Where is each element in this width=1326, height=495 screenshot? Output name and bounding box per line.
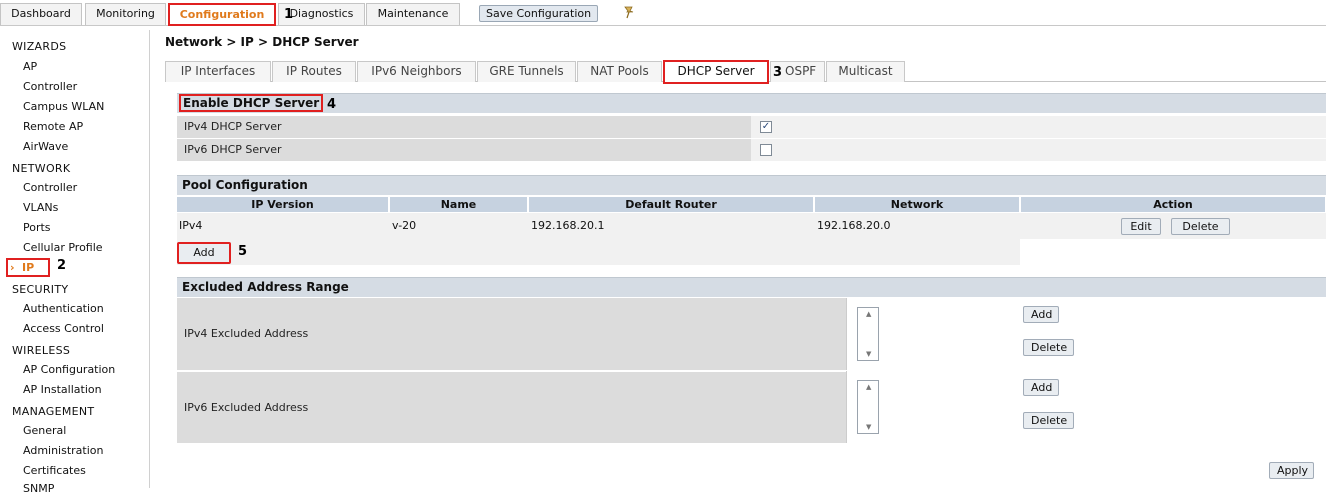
ipv6-excluded-label: IPv6 Excluded Address [184,401,309,414]
sidebar-item-campus-wlan[interactable]: Campus WLAN [23,100,104,113]
ipv4-excluded-listbox[interactable]: ▲ ▼ [857,307,879,361]
marker-5: 5 [238,244,248,259]
ipv6-excluded-delete-button[interactable]: Delete [1023,412,1074,429]
scroll-down-icon[interactable]: ▼ [866,423,871,431]
top-nav: Dashboard Monitoring Configuration Diagn… [0,0,1326,26]
ipv6-dhcp-checkbox[interactable] [760,144,772,156]
breadcrumb: Network > IP > DHCP Server [165,35,359,49]
ipv4-dhcp-cell [751,116,1326,138]
sidebar-item-general[interactable]: General [23,424,66,437]
ipv4-excluded-row: IPv4 Excluded Address [177,298,846,370]
sidebar-section-wizards: WIZARDS [12,40,67,53]
ipv4-dhcp-checkbox[interactable]: ✓ [760,121,772,133]
sidebar-section-management: MANAGEMENT [12,405,95,418]
subtab-bar: IP Interfaces IP Routes IPv6 Neighbors G… [165,60,1326,84]
ipv6-excluded-add-button[interactable]: Add [1023,379,1059,396]
sidebar-item-ap[interactable]: AP [23,60,37,73]
ipv6-excluded-row: IPv6 Excluded Address [177,371,846,443]
pool-edit-button[interactable]: Edit [1121,218,1161,235]
chevron-right-icon: › [10,261,15,274]
tab-maintenance[interactable]: Maintenance [366,3,460,25]
marker-1: 1 [284,7,294,22]
excluded-range-header: Excluded Address Range [177,277,1326,297]
col-default-router: Default Router [529,197,814,212]
sidebar-section-network: NETWORK [12,162,71,175]
ipv6-excluded-actions [1021,371,1326,443]
save-configuration-button[interactable]: Save Configuration [479,5,599,22]
tab-dhcp-server[interactable]: DHCP Server [663,60,769,84]
sidebar-item-ip[interactable]: › IP [6,258,50,277]
tab-multicast[interactable]: Multicast [826,61,905,82]
sidebar-item-ip-label: IP [22,261,35,274]
sidebar-section-wireless: WIRELESS [12,344,71,357]
sidebar-section-security: SECURITY [12,283,69,296]
ipv4-excluded-list-cell: ▲ ▼ [846,298,1021,370]
tab-ipv6-neighbors[interactable]: IPv6 Neighbors [357,61,476,82]
sidebar-item-cellular-profile[interactable]: Cellular Profile [23,241,103,254]
sidebar-item-airwave[interactable]: AirWave [23,140,68,153]
apply-button[interactable]: Apply [1269,462,1314,479]
col-network: Network [815,197,1020,212]
enable-dhcp-section-header: Enable DHCP Server [177,93,1326,113]
ipv4-excluded-add-button[interactable]: Add [1023,306,1059,323]
ipv4-dhcp-label: IPv4 DHCP Server [177,116,751,138]
tab-nat-pools[interactable]: NAT Pools [577,61,662,82]
sidebar-item-ports[interactable]: Ports [23,221,51,234]
sidebar-item-access-control[interactable]: Access Control [23,322,104,335]
pool-name: v-20 [392,219,417,232]
col-name: Name [390,197,528,212]
ipv4-excluded-label: IPv4 Excluded Address [184,327,309,340]
marker-2: 2 [57,258,67,273]
tab-configuration[interactable]: Configuration [168,3,276,26]
pool-configuration-header: Pool Configuration [177,175,1326,195]
sidebar-item-remote-ap[interactable]: Remote AP [23,120,83,133]
sidebar-item-vlans[interactable]: VLANs [23,201,58,214]
sidebar-item-certificates[interactable]: Certificates [23,464,86,477]
tab-ip-interfaces[interactable]: IP Interfaces [165,61,271,82]
marker-3: 3 [773,65,783,80]
sidebar-item-controller-wizard[interactable]: Controller [23,80,77,93]
sidebar-item-administration[interactable]: Administration [23,444,104,457]
tab-ip-routes[interactable]: IP Routes [272,61,356,82]
sidebar-item-controller[interactable]: Controller [23,181,77,194]
pool-delete-button[interactable]: Delete [1171,218,1230,235]
ipv6-dhcp-label: IPv6 DHCP Server [177,139,751,161]
marker-4: 4 [327,97,337,112]
tab-gre-tunnels[interactable]: GRE Tunnels [477,61,576,82]
ipv6-excluded-listbox[interactable]: ▲ ▼ [857,380,879,434]
pool-network: 192.168.20.0 [817,219,891,232]
sidebar-item-ap-configuration[interactable]: AP Configuration [23,363,115,376]
sidebar-item-authentication[interactable]: Authentication [23,302,104,315]
col-ip-version: IP Version [177,197,389,212]
sidebar-item-snmp[interactable]: SNMP [23,482,54,495]
pool-add-button[interactable]: Add [177,242,231,264]
col-action: Action [1021,197,1326,212]
ipv4-excluded-actions [1021,298,1326,370]
sidebar-item-ap-installation[interactable]: AP Installation [23,383,102,396]
ipv6-excluded-list-cell: ▲ ▼ [846,371,1021,443]
scroll-down-icon[interactable]: ▼ [866,350,871,358]
enable-dhcp-title: Enable DHCP Server [179,94,324,112]
scroll-up-icon[interactable]: ▲ [866,310,871,318]
scroll-up-icon[interactable]: ▲ [866,383,871,391]
pool-ip-version: IPv4 [179,219,203,232]
pool-default-router: 192.168.20.1 [531,219,605,232]
ipv4-excluded-delete-button[interactable]: Delete [1023,339,1074,356]
ipv6-dhcp-cell [751,139,1326,161]
tab-dashboard[interactable]: Dashboard [0,3,82,25]
tab-monitoring[interactable]: Monitoring [85,3,166,25]
pin-icon[interactable] [622,5,636,19]
